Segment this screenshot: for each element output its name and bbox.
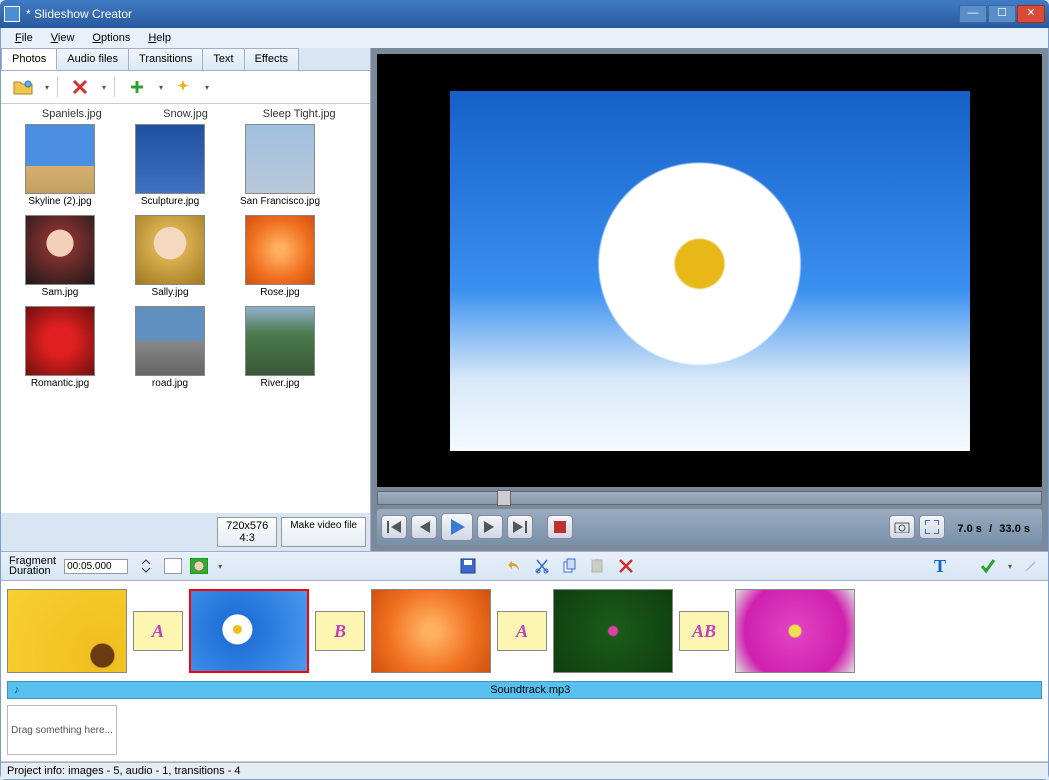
preview-frame — [377, 54, 1042, 487]
resolution-button[interactable]: 720x576 4:3 — [217, 517, 277, 547]
save-icon[interactable] — [458, 556, 478, 576]
timeline-slide[interactable] — [553, 589, 673, 673]
menu-help[interactable]: Help — [140, 30, 179, 46]
effect-button[interactable] — [169, 75, 197, 99]
add-button[interactable] — [123, 75, 151, 99]
content-tabs: Photos Audio files Transitions Text Effe… — [1, 48, 370, 71]
photo-toolbar: ▾ ▾ ▾ ▾ — [1, 71, 370, 104]
blank-slide-button[interactable] — [164, 558, 182, 574]
fullscreen-button[interactable] — [919, 515, 945, 539]
snapshot-button[interactable] — [889, 515, 915, 539]
fragment-duration-label: Fragment Duration — [9, 556, 56, 576]
photo-item[interactable]: Skyline (2).jpg — [5, 124, 115, 207]
tab-effects[interactable]: Effects — [244, 48, 299, 70]
brush-icon[interactable] — [1020, 556, 1040, 576]
duration-stepper[interactable] — [136, 556, 156, 576]
audio-filename: Soundtrack.mp3 — [26, 684, 1036, 696]
timeline-toolbar: Fragment Duration ▾ T ▾ — [1, 551, 1048, 581]
scrub-handle[interactable] — [497, 490, 511, 506]
timeline-transition[interactable]: B — [315, 611, 365, 651]
photo-label: Sleep Tight.jpg — [242, 108, 356, 120]
tab-photos[interactable]: Photos — [1, 48, 57, 70]
maximize-button[interactable]: ☐ — [988, 5, 1016, 23]
open-dropdown-icon[interactable]: ▾ — [45, 83, 49, 92]
timeline-slide[interactable] — [735, 589, 855, 673]
photo-item[interactable]: San Francisco.jpg — [225, 124, 335, 207]
photo-item[interactable]: Sally.jpg — [115, 215, 225, 298]
app-icon — [4, 6, 20, 22]
tab-audio[interactable]: Audio files — [56, 48, 129, 70]
timeline-dropzone[interactable]: Drag something here... — [7, 705, 117, 755]
title-bar: * Slideshow Creator — ☐ ✕ — [0, 0, 1049, 28]
menu-bar: File View Options Help — [1, 28, 1048, 48]
accept-dropdown-icon[interactable]: ▾ — [1008, 562, 1012, 571]
timeline-slide[interactable] — [7, 589, 127, 673]
timeline-transition[interactable]: A — [497, 611, 547, 651]
timeline-slide[interactable] — [371, 589, 491, 673]
face-crop-button[interactable] — [190, 558, 208, 574]
copy-icon[interactable] — [560, 556, 580, 576]
delete-dropdown-icon[interactable]: ▾ — [102, 83, 106, 92]
text-tool-icon[interactable]: T — [930, 556, 950, 576]
tab-transitions[interactable]: Transitions — [128, 48, 203, 70]
photo-item[interactable]: Sculpture.jpg — [115, 124, 225, 207]
photo-grid[interactable]: Spaniels.jpg Snow.jpg Sleep Tight.jpg Sk… — [1, 104, 370, 513]
photo-item[interactable]: Rose.jpg — [225, 215, 335, 298]
accept-icon[interactable] — [978, 556, 998, 576]
open-folder-button[interactable] — [9, 75, 37, 99]
menu-options[interactable]: Options — [84, 30, 138, 46]
prev-button[interactable] — [411, 515, 437, 539]
timeline: A B A AB ♪ Soundtrack.mp3 Drag something… — [1, 581, 1048, 762]
stop-button[interactable] — [547, 515, 573, 539]
effect-dropdown-icon[interactable]: ▾ — [205, 83, 209, 92]
photo-item[interactable]: Romantic.jpg — [5, 306, 115, 389]
photo-item[interactable]: Sam.jpg — [5, 215, 115, 298]
photo-item[interactable]: River.jpg — [225, 306, 335, 389]
photo-label: Spaniels.jpg — [15, 108, 129, 120]
status-bar: Project info: images - 5, audio - 1, tra… — [1, 762, 1048, 779]
timeline-audio-track[interactable]: ♪ Soundtrack.mp3 — [7, 681, 1042, 699]
menu-view[interactable]: View — [43, 30, 83, 46]
menu-file[interactable]: File — [7, 30, 41, 46]
window-title: * Slideshow Creator — [26, 7, 959, 21]
face-dropdown-icon[interactable]: ▾ — [218, 562, 222, 571]
timeline-slide-selected[interactable] — [189, 589, 309, 673]
time-display: 7.0 s / 33.0 s — [949, 520, 1038, 535]
photo-item[interactable]: road.jpg — [115, 306, 225, 389]
delete-icon[interactable] — [616, 556, 636, 576]
timeline-transition[interactable]: AB — [679, 611, 729, 651]
music-note-icon: ♪ — [14, 684, 20, 696]
close-button[interactable]: ✕ — [1017, 5, 1045, 23]
timeline-transition[interactable]: A — [133, 611, 183, 651]
undo-icon[interactable] — [504, 556, 524, 576]
tab-text[interactable]: Text — [202, 48, 244, 70]
make-video-button[interactable]: Make video file — [281, 517, 366, 547]
add-dropdown-icon[interactable]: ▾ — [159, 83, 163, 92]
delete-button[interactable] — [66, 75, 94, 99]
next-button[interactable] — [477, 515, 503, 539]
minimize-button[interactable]: — — [959, 5, 987, 23]
last-button[interactable] — [507, 515, 533, 539]
paste-icon[interactable] — [588, 556, 608, 576]
photo-label: Snow.jpg — [129, 108, 243, 120]
scrub-bar[interactable] — [377, 491, 1042, 505]
preview-image — [450, 91, 970, 451]
cut-icon[interactable] — [532, 556, 552, 576]
first-button[interactable] — [381, 515, 407, 539]
preview-pane: 7.0 s / 33.0 s — [371, 48, 1048, 551]
play-button[interactable] — [441, 513, 473, 541]
fragment-duration-input[interactable] — [64, 559, 128, 574]
